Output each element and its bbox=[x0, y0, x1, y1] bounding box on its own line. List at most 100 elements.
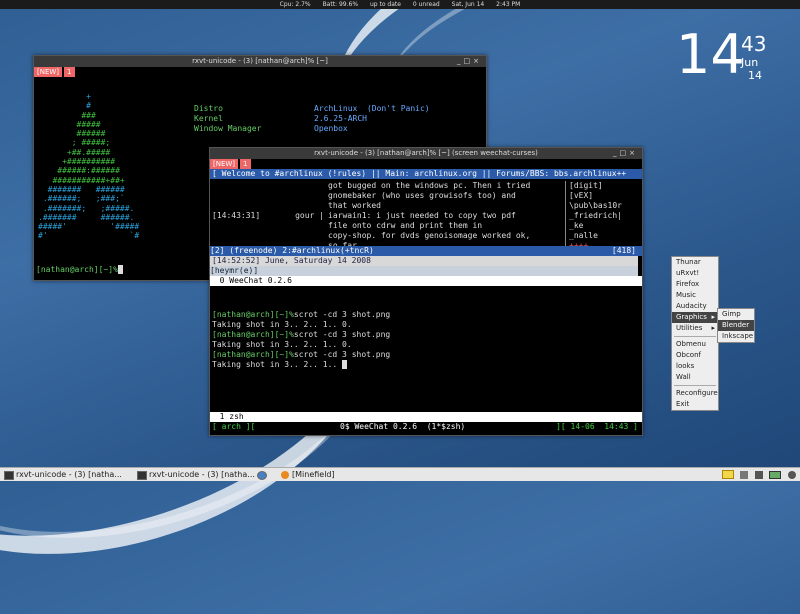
browser-title-icon bbox=[281, 470, 289, 479]
window-controls[interactable]: _□× bbox=[613, 148, 638, 159]
date-change-line: [14:52:52] June, Saturday 14 2008 bbox=[210, 256, 638, 266]
shell-text: scrot -cd 3 shot.png bbox=[293, 310, 391, 319]
tab-1[interactable]: 1 bbox=[64, 67, 75, 77]
menu-item[interactable]: Obconf bbox=[672, 350, 718, 361]
menu-item[interactable]: Music bbox=[672, 290, 718, 301]
terminal-window-weechat[interactable]: rxvt-unicode - (3) [nathan@arch]% [~] (s… bbox=[209, 147, 643, 436]
menu-item[interactable]: Reconfigure bbox=[672, 388, 718, 399]
submenu-item[interactable]: Gimp bbox=[718, 309, 754, 320]
battery-status: Batt: 99.6% bbox=[322, 1, 359, 8]
tab-1[interactable]: 1 bbox=[240, 159, 251, 169]
menu-item[interactable]: Firefox bbox=[672, 279, 718, 290]
shell-prompt[interactable]: [nathan@arch][~]% bbox=[36, 265, 123, 275]
menu-item-label: Reconfigure bbox=[676, 389, 718, 397]
close-icon[interactable]: × bbox=[473, 57, 482, 65]
logo-line: ###########+##+ bbox=[38, 175, 125, 185]
menu-item-label: Audacity bbox=[676, 302, 707, 310]
graphics-submenu[interactable]: Gimp Blender Inkscape bbox=[717, 308, 755, 343]
clock-hour: 14 bbox=[676, 23, 745, 86]
menu-item[interactable]: Thunar bbox=[672, 257, 718, 268]
cursor-block bbox=[342, 360, 348, 369]
prompt-text: [nathan@arch][~]% bbox=[36, 265, 118, 274]
screen-window-zsh: 1 zsh bbox=[210, 412, 642, 422]
power-icon[interactable] bbox=[788, 471, 796, 479]
menu-item[interactable]: Audacity bbox=[672, 301, 718, 312]
menu-item[interactable]: Obmenu bbox=[672, 339, 718, 350]
chat-line: file onto cdrw and print them in bbox=[212, 221, 552, 231]
shell-prompt: [nathan@arch][~]% bbox=[212, 310, 294, 319]
chat-line: got bugged on the windows pc. Then i tri… bbox=[212, 181, 552, 191]
menu-item[interactable]: Graphics ▸ bbox=[672, 312, 718, 323]
maximize-icon[interactable]: □ bbox=[464, 57, 474, 65]
tab-new[interactable]: [NEW] bbox=[34, 67, 63, 77]
channel-topic: [ Welcome to #archlinux (!rules) || Main… bbox=[210, 169, 642, 179]
menu-item-label: looks bbox=[676, 362, 695, 370]
battery-icon[interactable] bbox=[769, 471, 782, 479]
taskbar-item-terminal-1[interactable]: rxvt-unicode - (3) [natha... bbox=[2, 468, 146, 481]
chat-time: [14:43:31] bbox=[212, 211, 261, 220]
info-label: Distro bbox=[194, 104, 223, 113]
logo-line: +##.##### bbox=[38, 147, 111, 157]
window-controls[interactable]: _□× bbox=[457, 56, 482, 67]
shell-prompt: [nathan@arch][~]% bbox=[212, 350, 294, 359]
clock-month: Jun bbox=[741, 56, 759, 69]
submenu-arrow-icon: ▸ bbox=[711, 324, 715, 332]
chat-message: copy-shop. for dvds genoisomage worked o… bbox=[328, 231, 531, 240]
hardstatus-windows: 0$ WeeChat 0.2.6 (1*$zsh) bbox=[340, 422, 466, 431]
nick-item[interactable]: _nalle bbox=[569, 231, 622, 241]
sysinfo-values: ArchLinux (Don't Panic) 2.6.25-ARCH Open… bbox=[314, 104, 430, 134]
nicklist: [digit] [vEX] \pub\bas10r _friedrich| _ke _na… bbox=[565, 181, 622, 251]
maximize-icon[interactable]: □ bbox=[620, 149, 630, 157]
nick-item[interactable]: [vEX] bbox=[569, 191, 622, 201]
logo-line: ######:###### bbox=[38, 166, 120, 176]
nick-item[interactable]: [digit] bbox=[569, 181, 622, 191]
volume-icon[interactable] bbox=[740, 471, 749, 479]
logo-line: ###### bbox=[38, 129, 106, 139]
info-label: Kernel bbox=[194, 114, 223, 123]
chat-message: got bugged on the windows pc. Then i tri… bbox=[328, 181, 531, 190]
menu-item[interactable]: Exit bbox=[672, 399, 718, 410]
nick-item[interactable]: _ke bbox=[569, 221, 622, 231]
logo-line: ##### bbox=[38, 119, 101, 129]
weechat-statusbar: [2] (freenode) 2:#archlinux(+tncR) [418] bbox=[210, 246, 642, 256]
chat-message: gnomebaker (who uses growisofs too) and bbox=[328, 191, 516, 200]
shell-output: [nathan@arch][~]%scrot -cd 3 shot.png Tak… bbox=[212, 310, 390, 370]
openbox-root-menu[interactable]: Thunar uRxvt! Firefox Music Audacity Graphics… bbox=[671, 256, 719, 411]
tab-new[interactable]: [NEW] bbox=[210, 159, 239, 169]
info-value: ArchLinux (Don't Panic) bbox=[314, 104, 430, 113]
shell-line: [nathan@arch][~]%scrot -cd 3 shot.png bbox=[212, 330, 390, 340]
date-status: Sat, Jun 14 bbox=[451, 1, 485, 8]
submenu-item[interactable]: Inkscape bbox=[718, 331, 754, 342]
network-icon[interactable] bbox=[754, 471, 763, 479]
mail-icon[interactable] bbox=[721, 470, 734, 479]
taskbar-item-browser[interactable]: [Minefield] bbox=[255, 468, 389, 481]
hardstatus-clock: ][ 14-06 14:43 ] bbox=[556, 422, 638, 431]
menu-item-label: Utilities bbox=[676, 324, 703, 332]
shell-line: [nathan@arch][~]%scrot -cd 3 shot.png bbox=[212, 310, 390, 320]
nick-item[interactable]: _friedrich| bbox=[569, 211, 622, 221]
shell-line: Taking shot in 3.. 2.. 1.. 0. bbox=[212, 340, 390, 350]
menu-item-label: Obconf bbox=[676, 351, 701, 359]
weechat-input[interactable]: [heymr(e)] bbox=[210, 266, 638, 276]
menu-item[interactable]: Utilities ▸ bbox=[672, 323, 718, 334]
window-titlebar[interactable]: rxvt-unicode - (3) [nathan@arch]% [~] _□… bbox=[34, 56, 486, 67]
menu-item-label: Music bbox=[676, 291, 696, 299]
window-titlebar[interactable]: rxvt-unicode - (3) [nathan@arch]% [~] (s… bbox=[210, 148, 642, 159]
sysinfo-labels: Distro Kernel Window Manager bbox=[194, 104, 261, 134]
chat-nick: gour | bbox=[295, 211, 324, 220]
logo-line: ### bbox=[38, 110, 96, 120]
menu-item[interactable]: Wall bbox=[672, 372, 718, 383]
menu-item[interactable]: uRxvt! bbox=[672, 268, 718, 279]
time-status: 2:43 PM bbox=[496, 1, 521, 8]
chat-line: [14:43:31] gour | iarwain1: i just needed … bbox=[212, 211, 552, 221]
screen-tabs: [NEW] 1 bbox=[210, 159, 642, 169]
menu-item[interactable]: looks bbox=[672, 361, 718, 372]
nick-item[interactable]: \pub\bas10r bbox=[569, 201, 622, 211]
close-icon[interactable]: × bbox=[629, 149, 638, 157]
menu-item-label: Wall bbox=[676, 373, 691, 381]
menu-item-label: uRxvt! bbox=[676, 269, 700, 277]
cursor-block bbox=[117, 265, 123, 274]
submenu-item[interactable]: Blender bbox=[718, 320, 754, 331]
unread-status: 0 unread bbox=[412, 1, 440, 8]
menu-item-label: Graphics bbox=[676, 313, 707, 321]
